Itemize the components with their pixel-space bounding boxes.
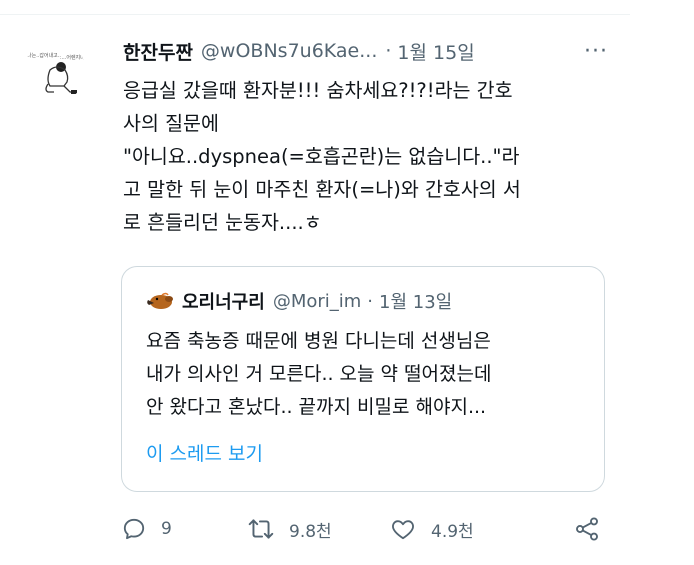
quoted-author-handle[interactable]: @Mori_im	[273, 291, 361, 312]
platypus-avatar-icon[interactable]	[146, 290, 174, 312]
reply-count: 9	[161, 519, 172, 539]
quoted-author-name[interactable]: 오리너구리	[182, 288, 265, 314]
top-divider	[0, 14, 630, 15]
author-display-name[interactable]: 한잔두짠	[123, 38, 193, 65]
retweet-button[interactable]: 9.8천	[247, 512, 332, 546]
show-thread-link[interactable]: 이 스레드 보기	[146, 439, 263, 466]
tweet-text-line: "아니요..dyspnea(=호흡곤란)는 없습니다.."라	[123, 145, 520, 168]
tweet-text-line: 고 말한 뒤 눈이 마주친 환자(=나)와 간호사의 서	[123, 178, 521, 201]
like-count: 4.9천	[431, 521, 474, 542]
quoted-tweet-date[interactable]: 1월 13일	[379, 288, 452, 314]
tweet-text-line: 사의 질문에	[123, 112, 219, 135]
author-handle[interactable]: @wOBNs7u6Kae...	[201, 40, 377, 62]
quoted-header-separator: ·	[367, 290, 374, 312]
tweet-text: 응급실 갔을때 환자분!!! 숨차세요?!?!라는 간호 사의 질문에 "아니요…	[123, 74, 613, 239]
more-dots-icon[interactable]: ···	[584, 36, 608, 66]
quoted-text-line: 안 왔다고 혼났다.. 끝까지 비밀로 해야지...	[146, 396, 487, 418]
tweet-text-line: 로 흔들리던 눈동자....ㅎ	[123, 211, 322, 234]
quoted-tweet-text: 요즘 축농증 때문에 병원 다니는데 선생님은 내가 의사인 거 모른다.. 오…	[146, 325, 596, 424]
tweet-header: 한잔두짠 @wOBNs7u6Kae... · 1월 15일 ···	[123, 36, 608, 66]
quoted-text-line: 요즘 축농증 때문에 병원 다니는데 선생님은	[146, 330, 491, 352]
heart-icon	[392, 520, 414, 540]
comment-icon	[123, 518, 145, 540]
tweet-text-line: 응급실 갔을때 환자분!!! 숨차세요?!?!라는 간호	[123, 79, 513, 102]
avatar-drawing: 나는..갑어내고.. ....어렌지너	[27, 52, 85, 94]
share-button[interactable]	[573, 512, 601, 546]
like-button[interactable]: 4.9천	[389, 512, 474, 546]
tweet-date[interactable]: 1월 15일	[397, 38, 474, 65]
avatar-caption-1: 나는..갑어내고..	[27, 52, 61, 59]
retweet-count: 9.8천	[289, 521, 332, 542]
author-avatar[interactable]: 나는..갑어내고.. ....어렌지너	[24, 40, 86, 102]
avatar-caption-2: ....어렌지너	[60, 54, 85, 61]
share-icon	[576, 517, 598, 541]
quoted-tweet-card[interactable]: 오리너구리 @Mori_im · 1월 13일 요즘 축농증 때문에 병원 다니…	[121, 266, 605, 492]
retweet-icon	[248, 519, 274, 539]
quoted-tweet-header: 오리너구리 @Mori_im · 1월 13일	[146, 287, 452, 315]
quoted-text-line: 내가 의사인 거 모른다.. 오늘 약 떨어졌는데	[146, 363, 492, 385]
header-separator: ·	[385, 40, 392, 62]
reply-button[interactable]: 9	[121, 512, 172, 546]
tweet-actions: 9 9.8천 4.9천	[121, 512, 611, 546]
